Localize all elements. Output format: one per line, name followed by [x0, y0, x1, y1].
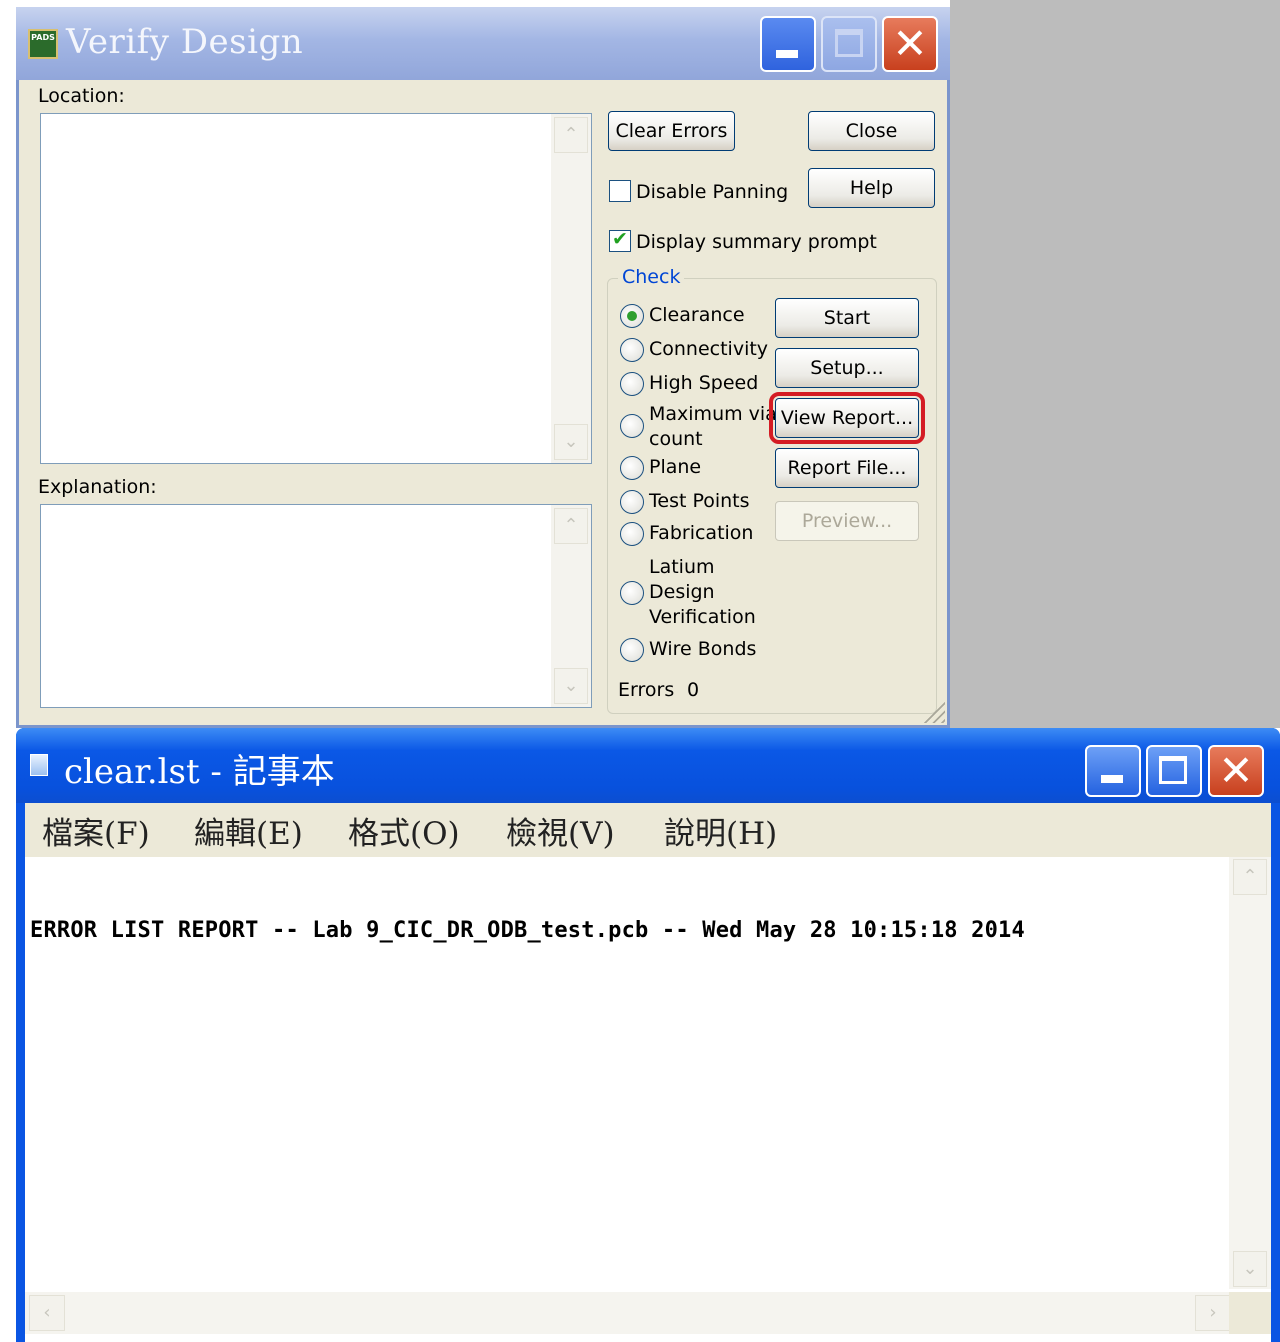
errors-count: 0: [687, 679, 700, 701]
location-list[interactable]: ⌃ ⌄: [40, 113, 592, 464]
radio-test-points[interactable]: [620, 490, 644, 514]
notepad-close-button[interactable]: ✕: [1208, 745, 1264, 797]
menu-edit[interactable]: 編輯(E): [194, 808, 303, 853]
disable-panning-label[interactable]: Disable Panning: [636, 181, 788, 203]
radio-label-wire-bonds[interactable]: Wire Bonds: [649, 638, 756, 660]
close-button[interactable]: Close: [808, 111, 935, 151]
location-label: Location:: [38, 85, 125, 107]
radio-clearance[interactable]: [620, 304, 644, 328]
menu-file[interactable]: 檔案(F): [42, 808, 150, 853]
errors-label: Errors: [618, 679, 675, 701]
explanation-box[interactable]: ⌃ ⌄: [40, 504, 592, 708]
window-title: Verify Design: [66, 22, 304, 62]
maximize-button: [821, 16, 877, 72]
start-button[interactable]: Start: [775, 298, 919, 338]
minimize-icon: [1101, 775, 1123, 783]
scroll-down-icon[interactable]: ⌄: [554, 424, 588, 460]
disable-panning-checkbox[interactable]: [609, 180, 631, 202]
notepad-title: clear.lst - 記事本: [64, 752, 335, 792]
report-content[interactable]: ERROR LIST REPORT -- Lab 9_CIC_DR_ODB_te…: [30, 918, 1025, 943]
verify-design-window: PADS Verify Design ✕ Location: ⌃ ⌄ Expla…: [16, 7, 950, 728]
radio-label-latium[interactable]: Latium: [649, 556, 715, 578]
radio-label-maximum-via[interactable]: Maximum via: [649, 403, 777, 425]
scroll-left-icon[interactable]: ‹: [29, 1295, 65, 1331]
checkmark-icon: ✔: [612, 228, 628, 250]
help-button[interactable]: Help: [808, 168, 935, 208]
menu-format[interactable]: 格式(O): [348, 808, 460, 853]
radio-label-plane[interactable]: Plane: [649, 456, 701, 478]
radio-connectivity[interactable]: [620, 338, 644, 362]
scroll-up-icon[interactable]: ⌃: [1233, 859, 1267, 895]
pads-app-icon: PADS: [28, 29, 58, 59]
scroll-up-icon[interactable]: ⌃: [554, 117, 588, 153]
scroll-down-icon[interactable]: ⌄: [554, 668, 588, 704]
notepad-text-area[interactable]: ERROR LIST REPORT -- Lab 9_CIC_DR_ODB_te…: [25, 857, 1271, 1342]
notepad-title-bar[interactable]: clear.lst - 記事本 ✕: [16, 728, 1280, 803]
horizontal-scrollbar[interactable]: ‹ ›: [25, 1292, 1235, 1334]
clear-errors-button[interactable]: Clear Errors: [608, 111, 735, 151]
title-bar[interactable]: PADS Verify Design ✕: [16, 7, 950, 80]
check-group-title: Check: [618, 266, 685, 288]
maximize-icon: [835, 29, 863, 57]
view-report-button[interactable]: View Report...: [769, 392, 925, 444]
report-file-button[interactable]: Report File...: [775, 448, 919, 488]
close-window-button[interactable]: ✕: [882, 16, 938, 72]
vertical-scrollbar[interactable]: ⌃ ⌄: [1229, 857, 1271, 1289]
notepad-window: clear.lst - 記事本 ✕ 檔案(F) 編輯(E) 格式(O) 檢視(V…: [16, 728, 1280, 1342]
radio-label-verification[interactable]: Verification: [649, 606, 756, 628]
scroll-up-icon[interactable]: ⌃: [554, 508, 588, 544]
menu-bar: 檔案(F) 編輯(E) 格式(O) 檢視(V) 說明(H): [25, 803, 1271, 857]
radio-latium-dv[interactable]: [620, 581, 644, 605]
radio-fabrication[interactable]: [620, 522, 644, 546]
location-scrollbar[interactable]: ⌃ ⌄: [551, 114, 591, 463]
radio-high-speed[interactable]: [620, 372, 644, 396]
radio-label-fabrication[interactable]: Fabrication: [649, 522, 753, 544]
display-summary-checkbox[interactable]: ✔: [609, 228, 631, 252]
close-icon: ✕: [892, 19, 928, 68]
maximize-icon: [1159, 756, 1187, 784]
close-icon: ✕: [1218, 746, 1254, 795]
scroll-right-icon[interactable]: ›: [1195, 1295, 1231, 1331]
explanation-label: Explanation:: [38, 476, 157, 498]
minimize-icon: [776, 50, 798, 58]
size-grip-icon[interactable]: [1229, 1292, 1271, 1334]
radio-label-clearance[interactable]: Clearance: [649, 304, 745, 326]
notepad-maximize-button[interactable]: [1146, 745, 1202, 797]
preview-button: Preview...: [775, 501, 919, 541]
explanation-scrollbar[interactable]: ⌃ ⌄: [551, 505, 591, 707]
notepad-icon: [30, 754, 48, 776]
menu-view[interactable]: 檢視(V): [506, 808, 615, 853]
display-summary-label[interactable]: Display summary prompt: [636, 231, 877, 253]
desktop-background: [950, 0, 1280, 728]
radio-label-design[interactable]: Design: [649, 581, 715, 603]
setup-button[interactable]: Setup...: [775, 348, 919, 388]
minimize-button[interactable]: [760, 16, 816, 72]
scroll-down-icon[interactable]: ⌄: [1233, 1251, 1267, 1287]
radio-maximum-via-count[interactable]: [620, 414, 644, 438]
radio-label-test-points[interactable]: Test Points: [649, 490, 750, 512]
radio-wire-bonds[interactable]: [620, 638, 644, 662]
notepad-minimize-button[interactable]: [1085, 745, 1141, 797]
radio-plane[interactable]: [620, 456, 644, 480]
radio-label-high-speed[interactable]: High Speed: [649, 372, 758, 394]
radio-label-connectivity[interactable]: Connectivity: [649, 338, 768, 360]
radio-label-count[interactable]: count: [649, 428, 703, 450]
menu-help[interactable]: 說明(H): [664, 808, 777, 853]
